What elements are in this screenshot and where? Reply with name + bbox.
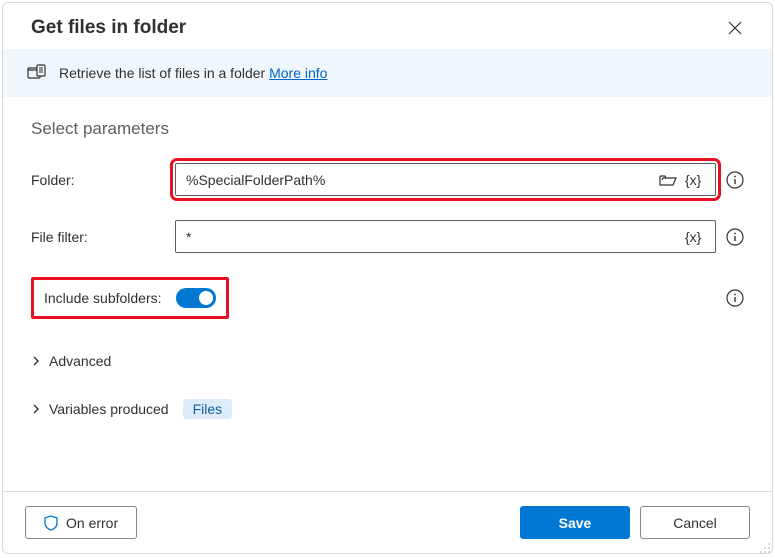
on-error-button[interactable]: On error <box>25 506 137 539</box>
header: Get files in folder <box>3 3 772 49</box>
save-button[interactable]: Save <box>520 506 630 539</box>
body: Select parameters Folder: %SpecialFolder… <box>3 97 772 491</box>
variable-picker-button[interactable]: {x} <box>681 170 709 190</box>
dialog-title: Get files in folder <box>31 17 186 39</box>
more-info-link[interactable]: More info <box>269 65 327 81</box>
subfolders-row: Include subfolders: <box>31 277 744 319</box>
shield-icon <box>44 515 58 531</box>
variables-badge[interactable]: Files <box>183 399 233 419</box>
close-icon <box>728 21 742 35</box>
variable-icon: {x} <box>685 229 705 245</box>
svg-text:{x}: {x} <box>685 172 702 188</box>
subfolders-toggle[interactable] <box>176 288 216 308</box>
folder-label: Folder: <box>31 172 175 188</box>
folder-input[interactable]: %SpecialFolderPath% {x} <box>175 163 716 196</box>
folder-info-button[interactable] <box>726 171 744 189</box>
browse-folder-button[interactable] <box>655 171 681 189</box>
variable-icon: {x} <box>685 172 705 188</box>
folder-open-icon <box>659 173 677 187</box>
filter-label: File filter: <box>31 229 175 245</box>
info-icon <box>726 228 744 246</box>
resize-grip-icon[interactable] <box>759 542 771 554</box>
subfolders-highlight: Include subfolders: <box>31 277 229 319</box>
variable-picker-button[interactable]: {x} <box>681 227 709 247</box>
svg-text:{x}: {x} <box>685 229 702 245</box>
filter-info-button[interactable] <box>726 228 744 246</box>
info-banner: Retrieve the list of files in a folder M… <box>3 49 772 97</box>
subfolders-label: Include subfolders: <box>44 290 162 306</box>
filter-row: File filter: * {x} <box>31 220 744 253</box>
advanced-label: Advanced <box>49 353 111 369</box>
toggle-knob <box>199 291 213 305</box>
folder-row: Folder: %SpecialFolderPath% {x} <box>31 163 744 196</box>
chevron-right-icon <box>31 356 41 366</box>
dialog: Get files in folder Retrieve the list of… <box>2 2 773 554</box>
section-title: Select parameters <box>31 119 744 139</box>
variables-expander[interactable]: Variables produced Files <box>31 393 744 425</box>
subfolders-info-button[interactable] <box>726 289 744 307</box>
filter-input[interactable]: * {x} <box>175 220 716 253</box>
close-button[interactable] <box>724 17 746 39</box>
advanced-expander[interactable]: Advanced <box>31 347 744 375</box>
folder-value: %SpecialFolderPath% <box>186 172 655 188</box>
cancel-button[interactable]: Cancel <box>640 506 750 539</box>
info-icon <box>726 289 744 307</box>
on-error-label: On error <box>66 515 118 531</box>
filter-value: * <box>186 229 681 245</box>
chevron-right-icon <box>31 404 41 414</box>
banner-text: Retrieve the list of files in a folder M… <box>59 65 327 81</box>
footer: On error Save Cancel <box>3 491 772 553</box>
variables-label: Variables produced <box>49 401 169 417</box>
folder-files-icon <box>27 63 47 83</box>
info-icon <box>726 171 744 189</box>
